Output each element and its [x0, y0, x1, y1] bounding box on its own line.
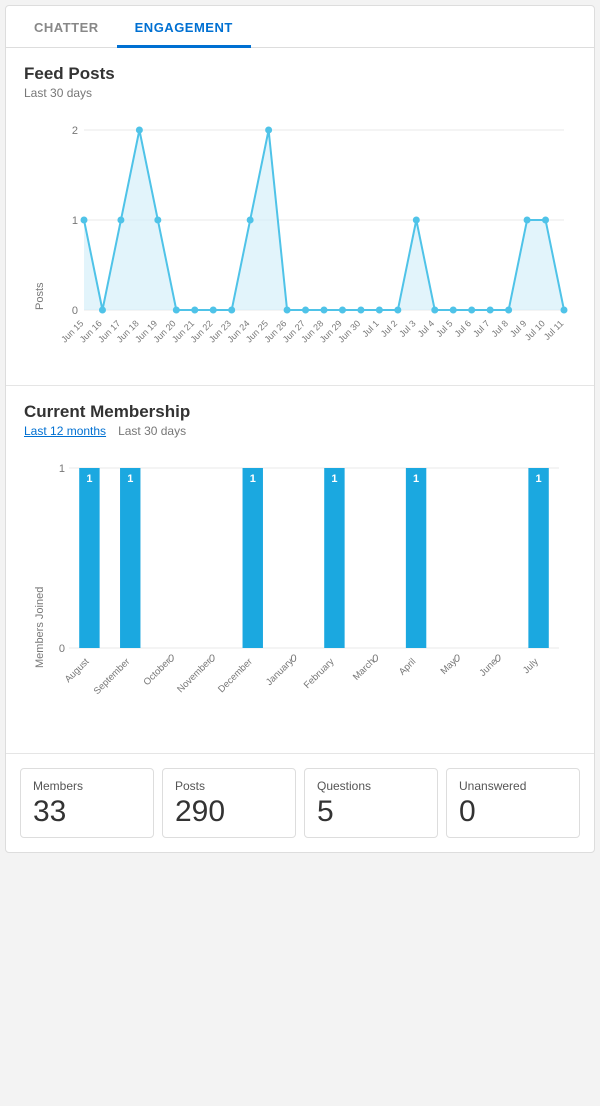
stats-row: Members 33 Posts 290 Questions 5 Unanswe…	[6, 754, 594, 852]
stat-posts-value: 290	[175, 797, 283, 827]
line-chart-svg-wrap: 2 1 0 Jun 15Jun 16Jun 17Jun 18Jun 19Jun …	[52, 110, 576, 375]
svg-text:April: April	[397, 656, 418, 677]
stat-posts: Posts 290	[162, 768, 296, 838]
svg-text:Jul 4: Jul 4	[416, 318, 437, 339]
stat-members-label: Members	[33, 779, 141, 793]
feed-posts-title: Feed Posts	[24, 64, 576, 84]
svg-text:January: January	[264, 656, 296, 688]
stat-questions-label: Questions	[317, 779, 425, 793]
stat-unanswered-value: 0	[459, 797, 567, 827]
stat-unanswered-label: Unanswered	[459, 779, 567, 793]
bar-chart: 1 0 1August1September0October0November1D…	[52, 448, 576, 738]
svg-text:0: 0	[72, 305, 78, 317]
tab-engagement[interactable]: ENGAGEMENT	[117, 6, 251, 48]
current-membership-section: Current Membership Last 12 months Last 3…	[6, 386, 594, 754]
svg-text:November: November	[175, 656, 214, 695]
stat-questions-value: 5	[317, 797, 425, 827]
line-chart: 2 1 0 Jun 15Jun 16Jun 17Jun 18Jun 19Jun …	[52, 110, 576, 370]
svg-text:February: February	[302, 656, 337, 691]
stat-unanswered: Unanswered 0	[446, 768, 580, 838]
tabs-bar: CHATTER ENGAGEMENT	[6, 6, 594, 48]
svg-text:1: 1	[331, 473, 337, 485]
svg-text:August: August	[63, 656, 92, 685]
svg-text:Jul 2: Jul 2	[379, 318, 400, 339]
svg-text:Jul 5: Jul 5	[434, 318, 455, 339]
bar-chart-y-axis-label: Members Joined	[34, 448, 46, 668]
bar-chart-svg-wrap: 1 0 1August1September0October0November1D…	[52, 448, 576, 743]
svg-text:Jul 7: Jul 7	[471, 318, 492, 339]
main-container: CHATTER ENGAGEMENT Feed Posts Last 30 da…	[5, 5, 595, 853]
svg-text:Jul 8: Jul 8	[490, 318, 511, 339]
svg-text:0: 0	[59, 643, 65, 655]
stat-members: Members 33	[20, 768, 154, 838]
line-chart-wrapper: Posts 2 1 0 Jun 15Jun 16Jun 17Jun 18Jun …	[34, 110, 576, 375]
filter-last-12-months[interactable]: Last 12 months	[24, 424, 106, 438]
svg-text:1: 1	[72, 215, 78, 227]
stat-questions: Questions 5	[304, 768, 438, 838]
feed-posts-subtitle: Last 30 days	[24, 86, 576, 100]
svg-text:Jul 3: Jul 3	[397, 318, 418, 339]
svg-text:1: 1	[127, 473, 133, 485]
svg-text:1: 1	[86, 473, 92, 485]
feed-posts-section: Feed Posts Last 30 days Posts 2 1 0 Jun …	[6, 48, 594, 386]
svg-text:1: 1	[536, 473, 542, 485]
current-membership-title: Current Membership	[24, 402, 576, 422]
bar-chart-wrapper: Members Joined 1 0 1August1September0Oct…	[34, 448, 576, 743]
line-chart-y-axis-label: Posts	[34, 110, 46, 310]
svg-text:Jul 1: Jul 1	[360, 318, 381, 339]
svg-text:July: July	[521, 656, 541, 676]
svg-text:Jul 11: Jul 11	[542, 318, 566, 342]
svg-text:September: September	[92, 656, 133, 697]
svg-text:October: October	[142, 656, 174, 688]
svg-text:March: March	[351, 656, 377, 682]
svg-text:1: 1	[250, 473, 256, 485]
stat-members-value: 33	[33, 797, 141, 827]
filter-last-30-days[interactable]: Last 30 days	[118, 424, 186, 438]
tab-chatter[interactable]: CHATTER	[16, 6, 117, 47]
svg-text:Jul 10: Jul 10	[523, 318, 547, 342]
svg-text:1: 1	[413, 473, 419, 485]
svg-text:Jul 6: Jul 6	[453, 318, 474, 339]
filter-links: Last 12 months Last 30 days	[24, 424, 576, 438]
svg-text:1: 1	[59, 463, 65, 475]
svg-text:December: December	[216, 656, 255, 695]
stat-posts-label: Posts	[175, 779, 283, 793]
svg-text:2: 2	[72, 125, 78, 137]
